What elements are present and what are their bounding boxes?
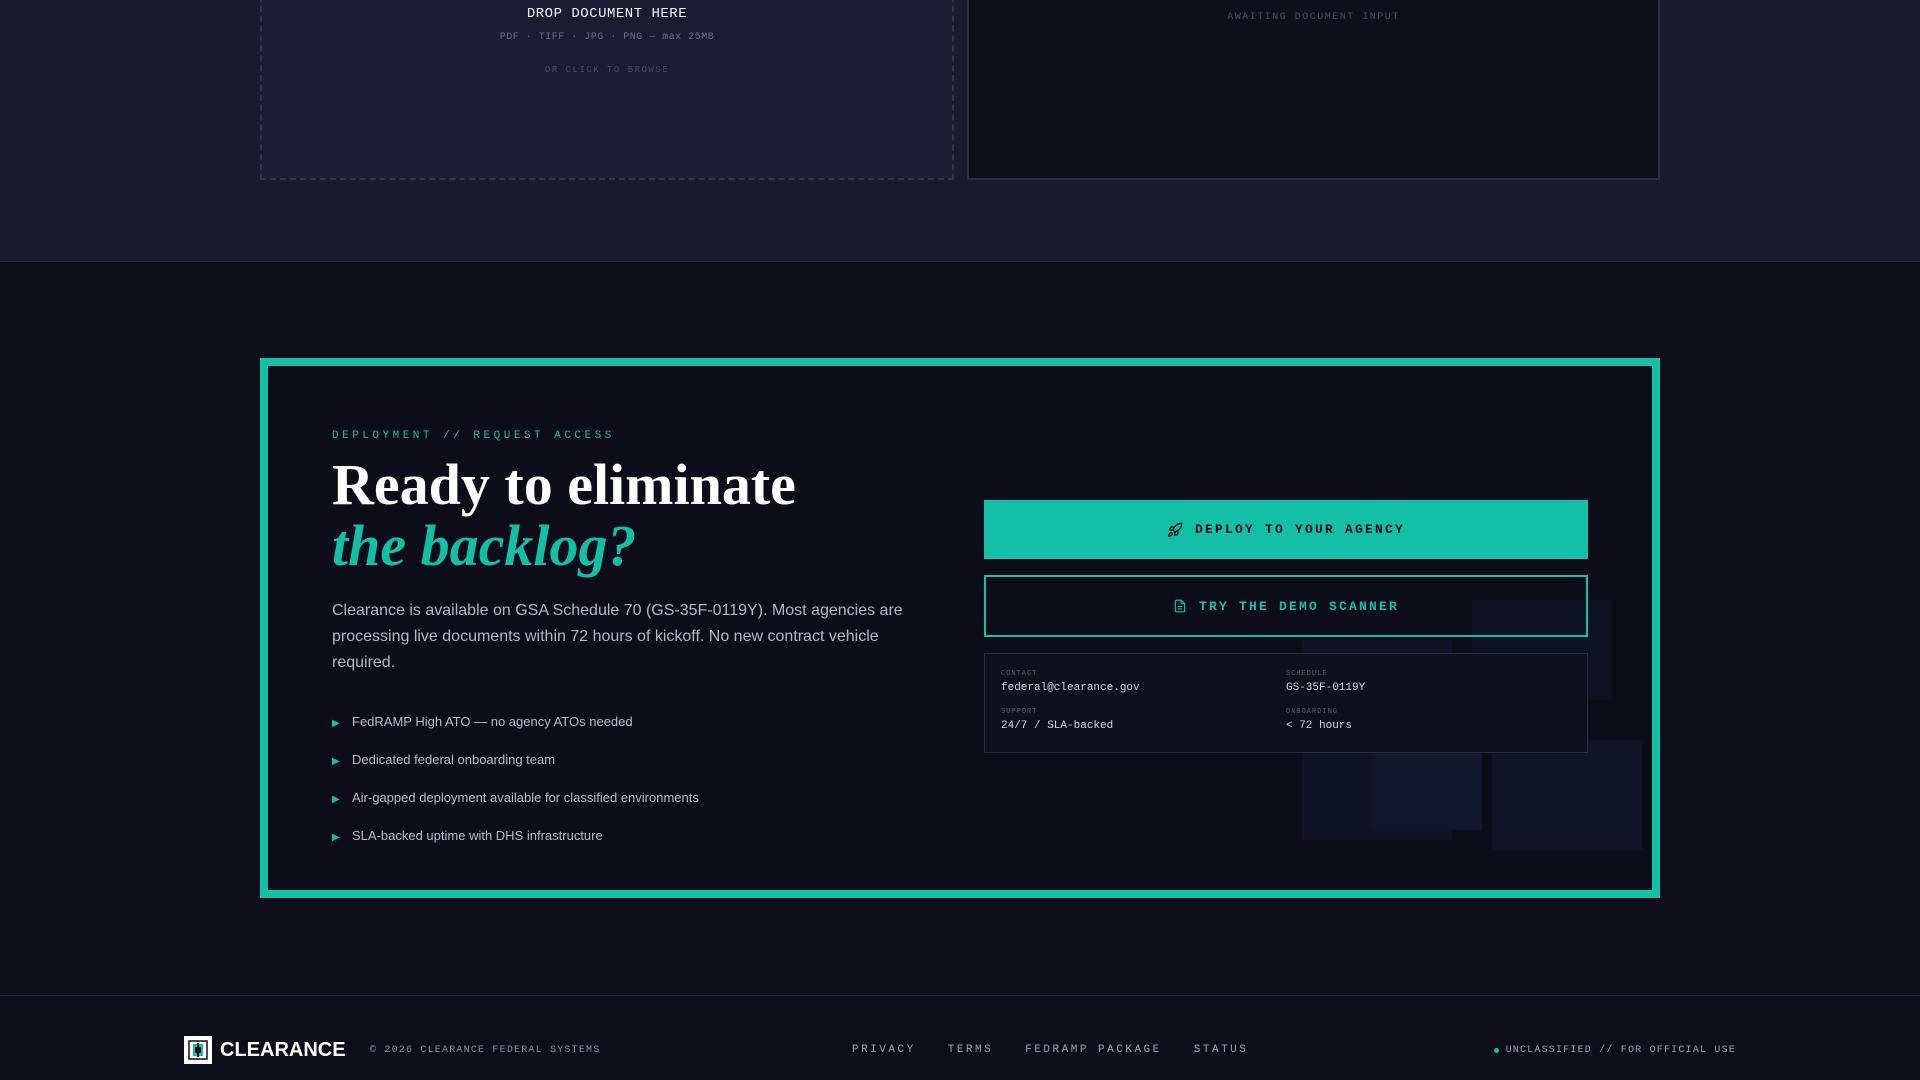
footer-nav: PRIVACY TERMS FEDRAMP PACKAGE STATUS <box>852 1044 1280 1056</box>
list-item-text: Air-gapped deployment available for clas… <box>352 789 699 805</box>
cta-lead-text: Clearance is available on GSA Schedule 7… <box>332 602 903 671</box>
cta-card: DEPLOYMENT // REQUEST ACCESS Ready to el… <box>260 358 1660 898</box>
scan-output-pane: AWAITING DOCUMENT INPUT <box>967 0 1660 180</box>
contact-label: CONTACT <box>1001 670 1038 678</box>
headline-line-1: Ready to eliminate <box>332 452 796 517</box>
scanner-section: DROP DOCUMENT HERE PDF · TIFF · JPG · PN… <box>0 0 1920 262</box>
triangle-bullet-icon: ▶ <box>332 755 340 767</box>
schedule-cell: SCHEDULE GS-35F-0119Y <box>1286 670 1571 702</box>
footer-link-privacy[interactable]: PRIVACY <box>852 1044 916 1056</box>
list-item: ▶ Dedicated federal onboarding team <box>332 740 912 778</box>
classification-banner: UNCLASSIFIED // FOR OFFICIAL USE <box>1493 1045 1736 1056</box>
demo-button-label: TRY THE DEMO SCANNER <box>1198 598 1400 614</box>
footer-link-status[interactable]: STATUS <box>1194 1044 1249 1056</box>
cta-copy: DEPLOYMENT // REQUEST ACCESS Ready to el… <box>332 430 912 854</box>
triangle-bullet-icon: ▶ <box>332 793 340 805</box>
dropzone-title: DROP DOCUMENT HERE <box>526 6 688 22</box>
deploy-button[interactable]: DEPLOY TO YOUR AGENCY <box>984 500 1588 559</box>
site-footer: CLEARANCE © 2026 CLEARANCE FEDERAL SYSTE… <box>0 995 1920 1080</box>
support-label: SUPPORT <box>1001 708 1038 716</box>
footer-link-fedramp-package[interactable]: FEDRAMP PACKAGE <box>1025 1044 1162 1056</box>
copyright-text: © 2026 CLEARANCE FEDERAL SYSTEMS <box>370 1045 601 1056</box>
classification-text: UNCLASSIFIED // FOR OFFICIAL USE <box>1505 1045 1736 1056</box>
support-value: 24/7 / SLA-backed <box>1001 720 1114 732</box>
status-dot-icon <box>1493 1048 1499 1053</box>
cta-section: DEPLOYMENT // REQUEST ACCESS Ready to el… <box>0 262 1920 995</box>
feature-list: ▶ FedRAMP High ATO — no agency ATOs need… <box>332 702 912 854</box>
onboarding-label: ONBOARDING <box>1286 708 1339 716</box>
document-dropzone[interactable]: DROP DOCUMENT HERE PDF · TIFF · JPG · PN… <box>260 0 954 180</box>
contact-info-grid: CONTACT federal@clearance.gov SCHEDULE G… <box>984 653 1588 753</box>
triangle-bullet-icon: ▶ <box>332 831 340 843</box>
list-item: ▶ SLA-backed uptime with DHS infrastruct… <box>332 816 912 854</box>
list-item-text: SLA-backed uptime with DHS infrastructur… <box>352 827 603 843</box>
contact-email-link[interactable]: federal@clearance.gov <box>1001 682 1286 694</box>
list-item: ▶ Air-gapped deployment available for cl… <box>332 778 912 816</box>
onboarding-value: < 72 hours <box>1286 720 1353 732</box>
dropzone-formats: PDF · TIFF · JPG · PNG — max 25MB <box>499 32 715 43</box>
document-icon <box>1174 599 1186 613</box>
section-eyebrow: DEPLOYMENT // REQUEST ACCESS <box>332 430 615 442</box>
dropzone-browse-link[interactable]: OR CLICK TO BROWSE <box>262 65 952 75</box>
demo-scanner-button[interactable]: TRY THE DEMO SCANNER <box>984 575 1588 637</box>
cta-actions: DEPLOY TO YOUR AGENCY TRY THE DEMO SCANN… <box>984 500 1588 753</box>
list-item: ▶ FedRAMP High ATO — no agency ATOs need… <box>332 702 912 740</box>
headline-line-2: the backlog? <box>332 513 637 578</box>
deploy-button-label: DEPLOY TO YOUR AGENCY <box>1194 522 1406 537</box>
list-item-text: FedRAMP High ATO — no agency ATOs needed <box>352 713 633 729</box>
list-item-text: Dedicated federal onboarding team <box>352 751 556 767</box>
output-status: AWAITING DOCUMENT INPUT <box>1227 12 1400 23</box>
rocket-icon <box>1167 522 1183 537</box>
support-cell: SUPPORT 24/7 / SLA-backed <box>1001 708 1286 740</box>
triangle-bullet-icon: ▶ <box>332 717 340 729</box>
onboarding-cell: ONBOARDING < 72 hours <box>1286 708 1571 740</box>
logo-text: CLEARANCE <box>220 1038 346 1061</box>
cta-headline: Ready to eliminate the backlog? <box>332 454 912 576</box>
footer-link-terms[interactable]: TERMS <box>948 1044 994 1056</box>
contact-cell: CONTACT federal@clearance.gov <box>1001 670 1286 702</box>
schedule-value: GS-35F-0119Y <box>1286 682 1366 694</box>
footer-logo[interactable]: CLEARANCE <box>184 1036 346 1064</box>
schedule-label: SCHEDULE <box>1286 670 1328 678</box>
logo-mark-icon <box>184 1036 212 1064</box>
